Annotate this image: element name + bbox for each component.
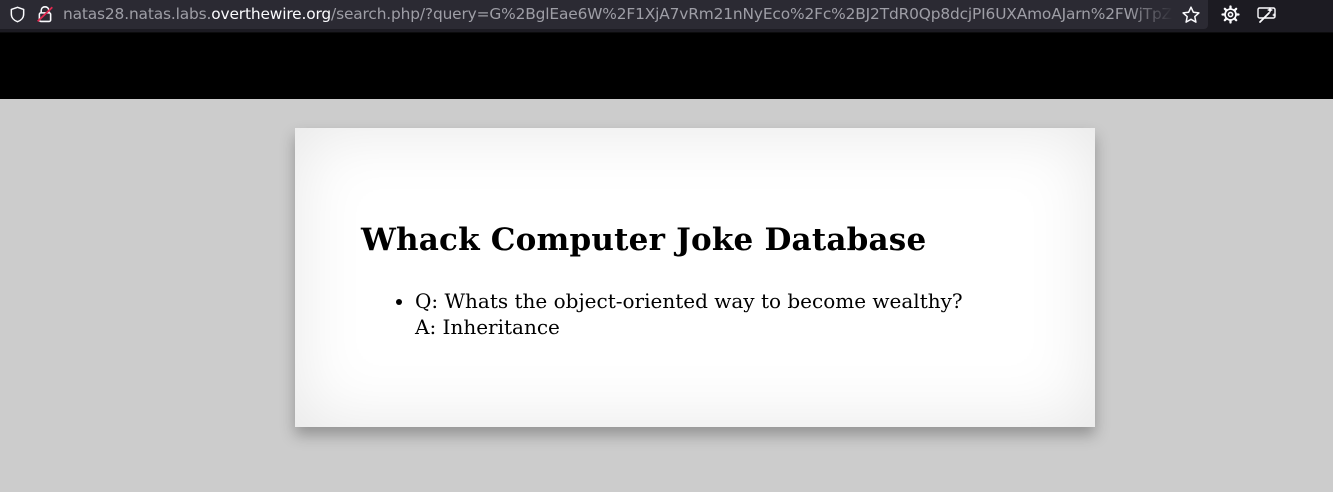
url-bar[interactable]: natas28.natas.labs.overthewire.org/searc…: [0, 0, 1208, 29]
joke-question: Q: Whats the object-oriented way to beco…: [415, 289, 963, 313]
url-domain: overthewire.org: [211, 5, 332, 23]
url-path: /search.php/?query=G%2BglEae6W%2F1XjA7vR…: [331, 5, 1173, 23]
wand-icon[interactable]: [1256, 4, 1278, 26]
star-icon[interactable]: [1181, 5, 1201, 25]
page-title: Whack Computer Joke Database: [361, 222, 927, 258]
page-header-band: [0, 33, 1333, 99]
shield-icon[interactable]: [9, 6, 26, 23]
lock-icon[interactable]: [36, 5, 54, 23]
joke-item: Q: Whats the object-oriented way to beco…: [415, 288, 963, 340]
content-card: Whack Computer Joke Database Q: Whats th…: [295, 128, 1095, 427]
browser-toolbar: natas28.natas.labs.overthewire.org/searc…: [0, 0, 1333, 33]
joke-list: Q: Whats the object-oriented way to beco…: [395, 288, 963, 340]
url-domain-prefix: natas28.natas.labs.: [63, 5, 212, 23]
url-text[interactable]: natas28.natas.labs.overthewire.org/searc…: [63, 5, 1173, 25]
gear-icon[interactable]: [1220, 4, 1241, 25]
joke-answer: A: Inheritance: [415, 315, 560, 339]
